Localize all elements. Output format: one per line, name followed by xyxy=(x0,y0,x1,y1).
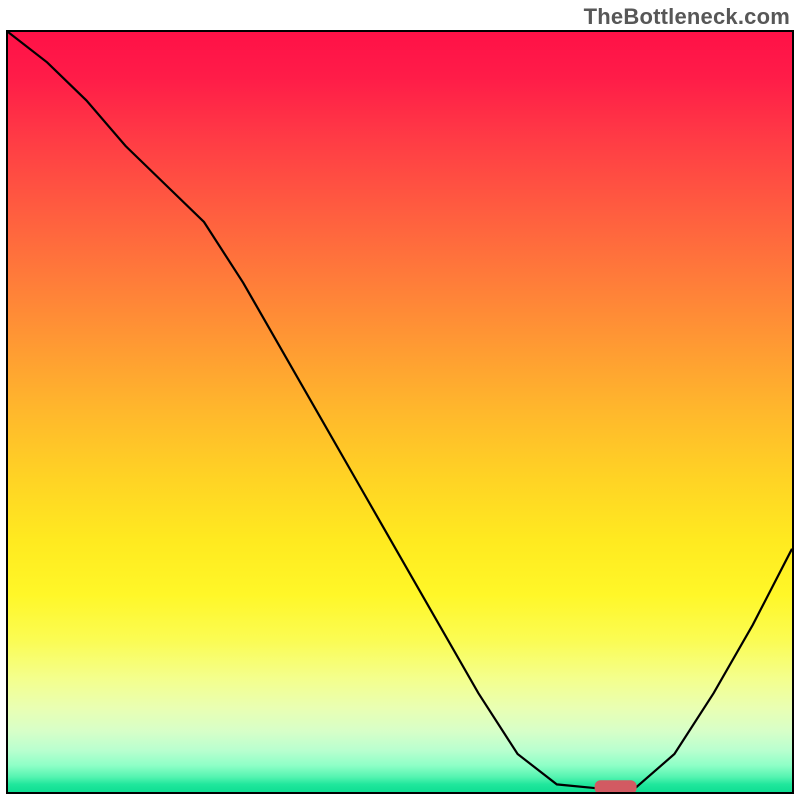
plot-area xyxy=(6,30,794,794)
watermark-text: TheBottleneck.com xyxy=(584,4,790,30)
optimal-point-marker xyxy=(595,780,637,792)
chart-viewport: TheBottleneck.com xyxy=(0,0,800,800)
bottleneck-curve xyxy=(8,32,792,788)
curve-layer xyxy=(8,32,792,792)
